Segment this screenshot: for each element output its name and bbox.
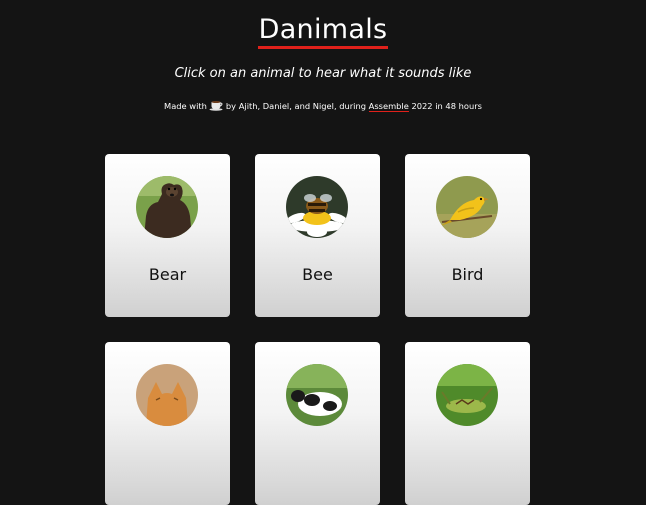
animal-card-bear[interactable]: Bear [105, 154, 230, 317]
page-subtitle: Click on an animal to hear what it sound… [174, 66, 472, 81]
animal-name: Bird [451, 265, 484, 284]
grasshopper-photo [436, 364, 498, 426]
bird-photo [436, 176, 498, 238]
credits-prefix: Made with [164, 101, 207, 111]
coffee-mug-icon [209, 101, 223, 111]
credits-middle: by Ajith, Daniel, and Nigel, during [225, 101, 366, 111]
animal-name: Bear [148, 265, 187, 284]
assemble-link[interactable]: Assemble [368, 101, 409, 112]
bear-photo [136, 176, 198, 238]
animal-name: Bee [302, 265, 333, 284]
bee-photo [286, 176, 348, 238]
animal-card-bee[interactable]: Bee [255, 154, 380, 317]
page-title: Danimals [0, 14, 646, 49]
cat-photo [136, 364, 198, 426]
animal-card-cat[interactable] [105, 342, 230, 505]
cow-photo [286, 364, 348, 426]
animal-card-grasshopper[interactable] [405, 342, 530, 505]
animal-card-cow[interactable] [255, 342, 380, 505]
animal-card-bird[interactable]: Bird [405, 154, 530, 317]
title-text: Danimals [257, 14, 389, 49]
credits-line: Made with by Ajith, Daniel, and Nigel, du… [0, 100, 646, 112]
credits-suffix: 2022 in 48 hours [411, 101, 482, 111]
